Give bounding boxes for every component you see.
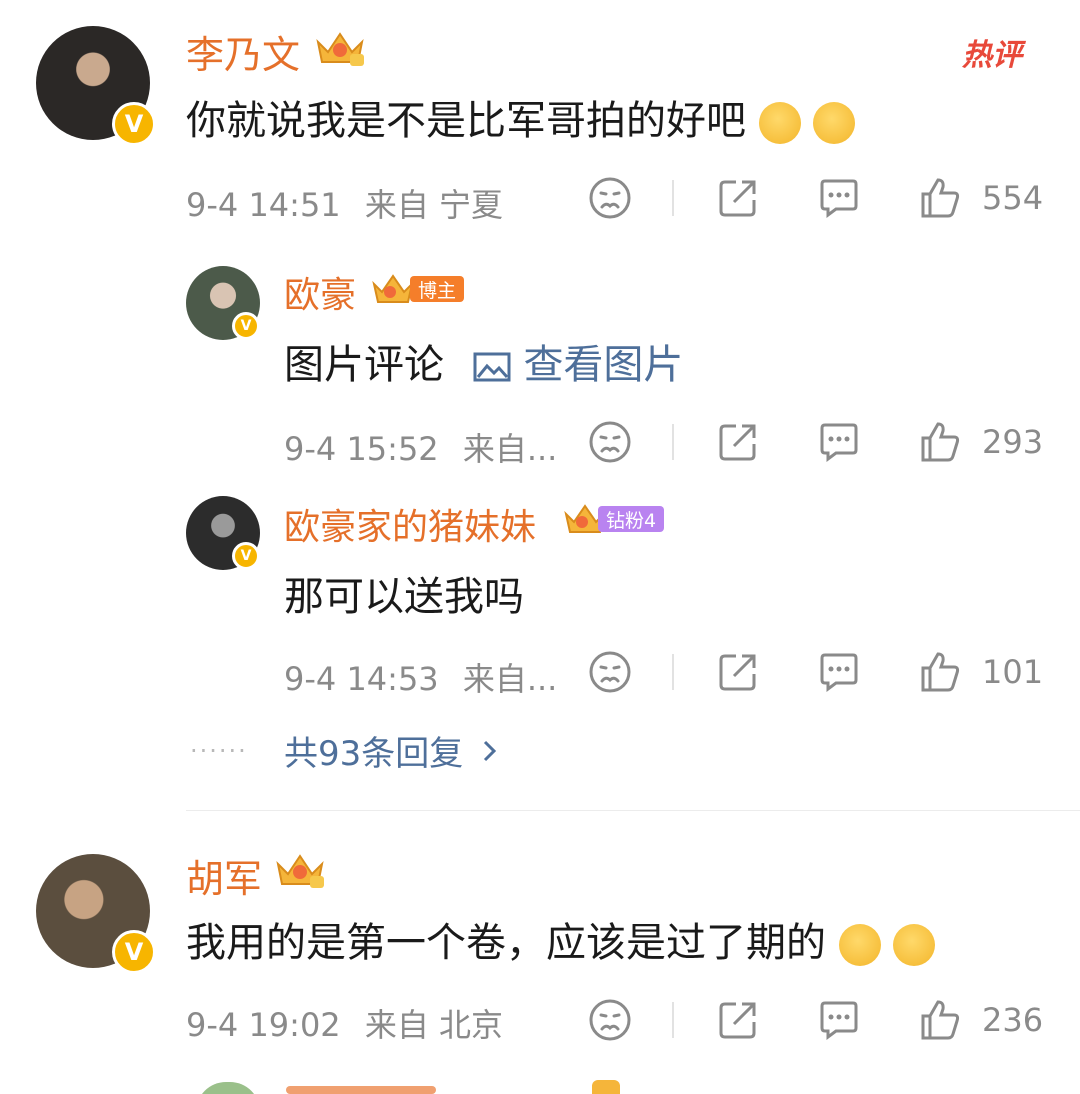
more-replies-label: 共93条回复 [284,734,464,774]
dislike-icon[interactable] [588,650,632,694]
next-comment-crown-peek [592,1080,620,1094]
avatar[interactable]: V [36,854,156,974]
like-count: 236 [982,1001,1044,1039]
like-button[interactable]: 236 [918,998,1043,1042]
thumbs-up-icon [921,652,960,692]
like-button[interactable]: 554 [918,176,1043,220]
commenter-name[interactable]: 李乃文 [186,24,300,79]
verified-badge-icon: V [232,312,260,340]
separator [672,1002,674,1038]
verified-badge-icon: V [112,102,156,146]
comment-icon[interactable] [816,650,862,694]
separator [672,180,674,216]
crown-level-icon [276,854,324,888]
hot-comment-tag: 热评 [962,38,1022,73]
share-icon[interactable] [716,650,760,694]
comment-icon[interactable] [816,420,862,464]
thumbs-up-icon [921,1000,960,1040]
comment-icon[interactable] [816,176,862,220]
commenter-name[interactable]: 胡军 [186,848,262,903]
next-comment-name-peek [286,1086,436,1094]
next-comment-avatar-peek [196,1082,260,1094]
thumbs-up-icon [921,422,960,462]
dislike-icon[interactable] [588,998,632,1042]
avatar[interactable]: V [36,26,156,146]
share-icon[interactable] [716,420,760,464]
reply-text: 那可以送我吗 [284,574,524,620]
reply-time: 9-4 15:52 [284,430,439,468]
comment-text-content: 你就说我是不是比军哥拍的好吧 [186,98,746,144]
reply-text-prefix: 图片评论 [284,342,444,388]
fan-level-tag: 钻粉4 [598,506,665,532]
verified-badge-icon: V [112,930,156,974]
verified-badge-icon: V [232,542,260,570]
reply-location: 来自... [462,660,558,698]
reply-meta: 9-4 15:52 来自... [284,424,557,470]
share-icon[interactable] [716,998,760,1042]
separator [672,424,674,460]
like-count: 554 [982,179,1044,217]
comment-item: V 胡军 我用的是第一个卷，应该是过了期的 9-4 19:02 来自 北京 23… [0,840,1080,1094]
like-button[interactable]: 293 [918,420,1043,464]
grin-emoji-icon [813,102,856,144]
comment-location: 来自 北京 [364,1006,504,1044]
like-button[interactable]: 101 [918,650,1043,694]
shush-emoji-icon [838,924,881,966]
reply-location: 来自... [462,430,558,468]
dislike-icon[interactable] [588,176,632,220]
thumbs-up-icon [921,178,960,218]
shush-emoji-icon [758,102,801,144]
like-count: 293 [982,423,1044,461]
reply-meta: 9-4 14:53 来自... [284,654,557,700]
reply-name[interactable]: 欧豪 [284,266,356,318]
comment-item: V 李乃文 热评 你就说我是不是比军哥拍的好吧 9-4 14:51 来自 宁夏 … [0,0,1080,810]
comment-location: 来自 宁夏 [364,186,504,224]
blogger-tag-label: 博主 [418,279,457,302]
view-image-link[interactable]: 查看图片 [523,342,683,388]
reply-text: 图片评论 查看图片 [284,332,683,390]
comment-divider [186,810,1080,811]
blogger-tag: 博主 [410,276,465,302]
crown-level-icon [316,32,364,66]
separator [672,654,674,690]
chevron-right-icon [484,740,497,761]
more-replies-link[interactable]: 共93条回复 [284,726,503,775]
comment-meta: 9-4 14:51 来自 宁夏 [186,180,503,226]
like-count: 101 [982,653,1044,691]
comment-icon[interactable] [816,998,862,1042]
more-dots: ...... [190,730,248,758]
comment-time: 9-4 14:51 [186,186,341,224]
comment-time: 9-4 19:02 [186,1006,341,1044]
reply-name[interactable]: 欧豪家的猪妹妹 [284,498,536,550]
dizzy-emoji-icon [893,924,936,966]
comment-text: 我用的是第一个卷，应该是过了期的 [186,910,936,968]
comment-text: 你就说我是不是比军哥拍的好吧 [186,88,856,146]
reply-time: 9-4 14:53 [284,660,439,698]
reply-avatar[interactable]: V [186,496,260,570]
share-icon[interactable] [716,176,760,220]
comment-text-content: 我用的是第一个卷，应该是过了期的 [186,920,826,966]
reply-avatar[interactable]: V [186,266,260,340]
image-icon [473,352,511,382]
fan-level-label: 钻粉4 [606,509,657,532]
dislike-icon[interactable] [588,420,632,464]
comment-meta: 9-4 19:02 来自 北京 [186,1000,503,1046]
